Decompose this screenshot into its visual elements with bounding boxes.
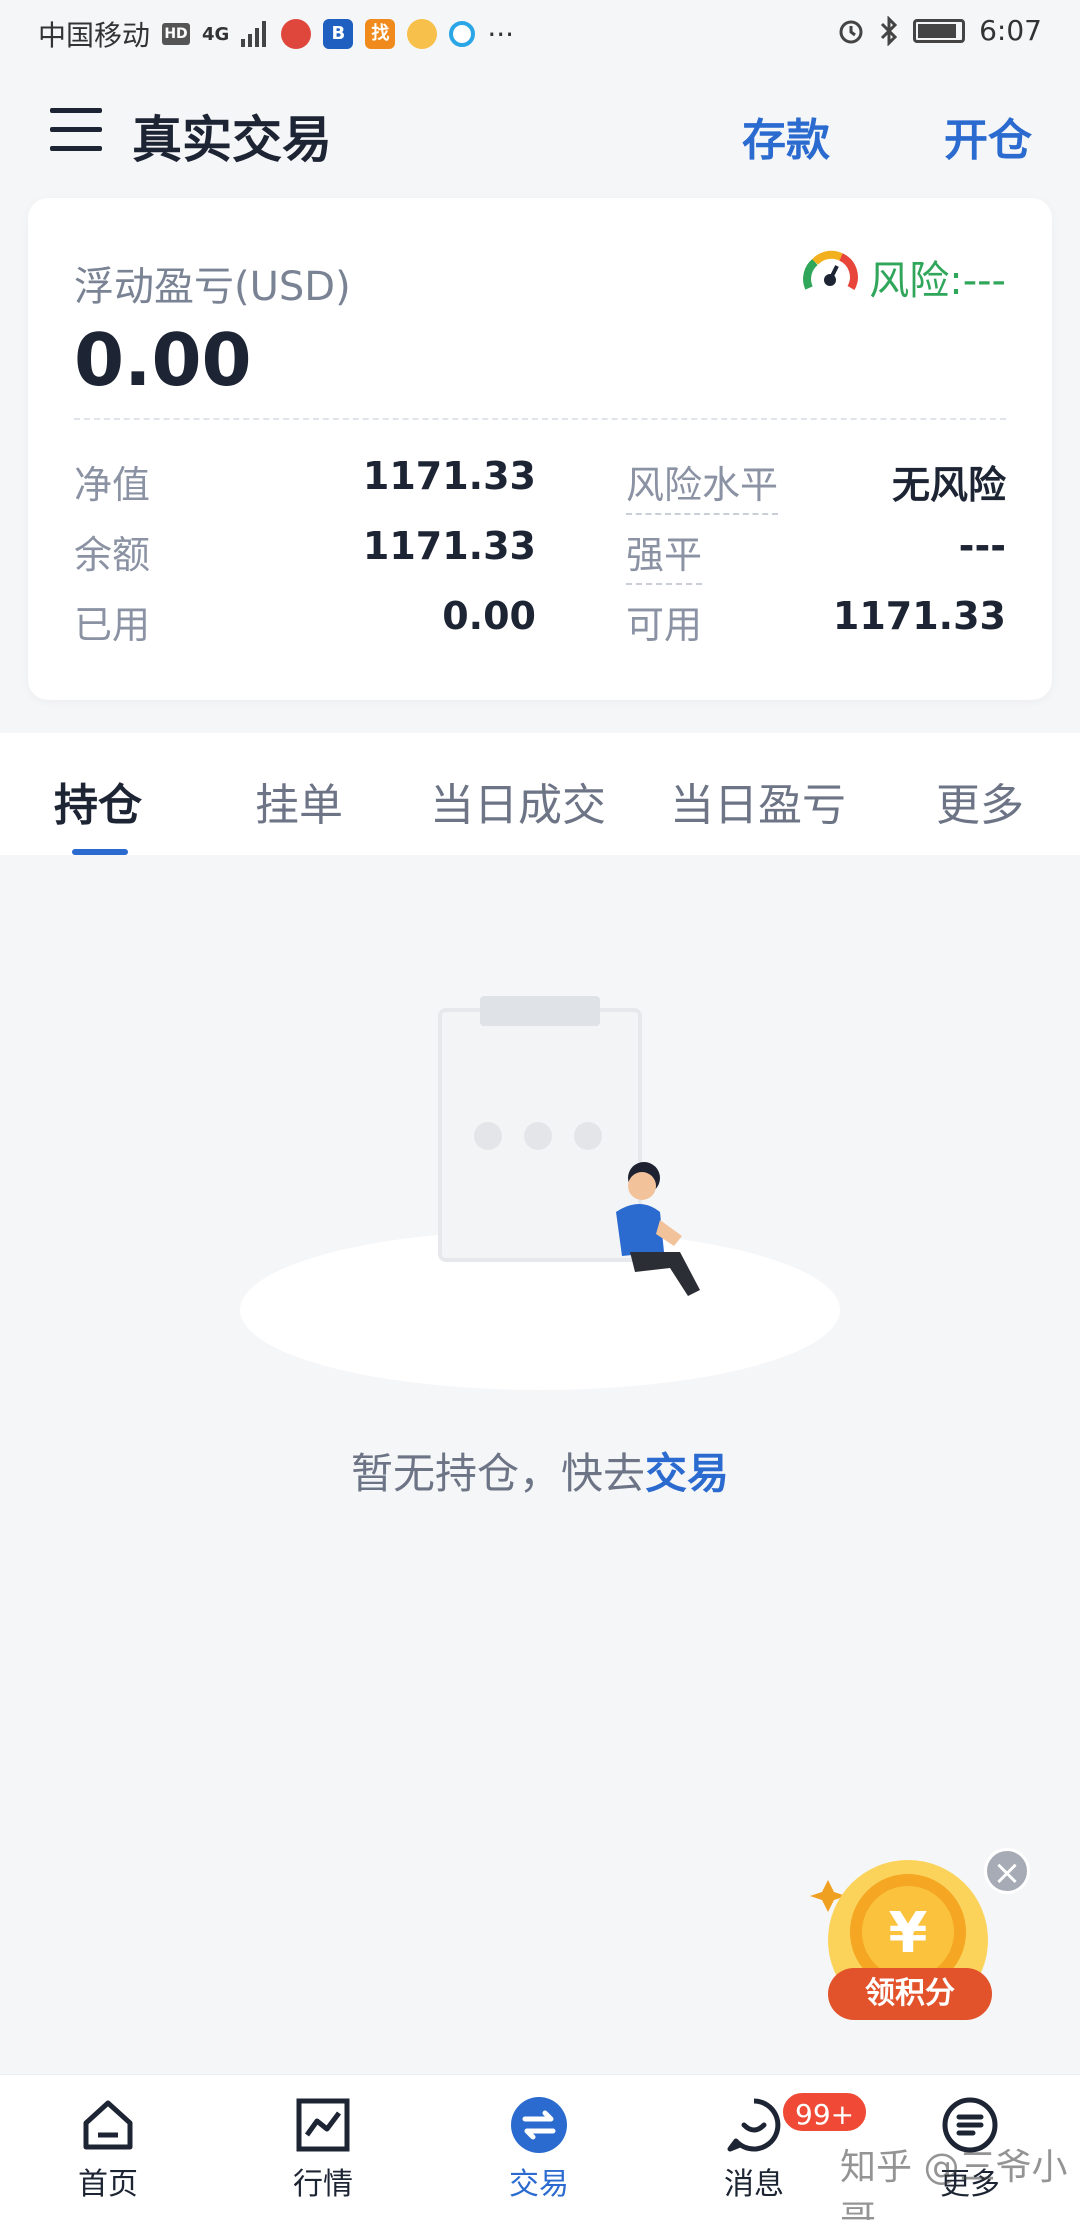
nav-item-home[interactable]: 首页	[38, 2095, 178, 2203]
home-icon	[83, 2100, 133, 2150]
tab-pending-orders[interactable]: 挂单	[255, 769, 343, 833]
app-icon-blue-b: B	[323, 19, 354, 49]
balance-label: 余额	[74, 533, 151, 577]
app-icon-cyan	[449, 21, 476, 47]
carrier-label: 中国移动	[38, 19, 151, 52]
summary-row: 余额 1171.33 强平 ---	[74, 524, 1006, 585]
risk-indicator[interactable]: 风险:---	[801, 248, 1006, 306]
hd-icon: HD	[162, 23, 191, 45]
app-header: 真实交易 存款 开仓	[0, 62, 1080, 198]
more-notifications: ···	[487, 17, 515, 51]
network-label: 4G	[202, 23, 230, 45]
menu-icon[interactable]	[50, 108, 102, 152]
risk-gauge-icon	[803, 250, 859, 290]
nav-label-market: 行情	[293, 2167, 353, 2202]
alarm-icon	[839, 20, 863, 43]
liquidation-value: ---	[958, 524, 1006, 568]
claim-points-button[interactable]: 领积分	[828, 1968, 992, 2020]
tab-today-deals[interactable]: 当日成交	[430, 769, 606, 833]
tab-more[interactable]: 更多	[936, 769, 1024, 833]
available-label: 可用	[626, 603, 703, 647]
go-trade-link[interactable]: 交易	[645, 1449, 729, 1498]
floating-pl-label: 浮动盈亏(USD)	[74, 264, 351, 310]
tab-today-pl[interactable]: 当日盈亏	[670, 769, 846, 833]
open-position-button[interactable]: 开仓	[944, 104, 1032, 168]
chart-icon	[296, 2098, 350, 2152]
weibo-icon	[407, 19, 438, 49]
clock-time: 6:07	[979, 14, 1042, 47]
bluetooth-icon	[881, 15, 898, 46]
liquidation-label[interactable]: 强平	[626, 524, 703, 585]
balance-value: 1171.33	[362, 524, 536, 568]
close-icon[interactable]: ×	[984, 1848, 1030, 1894]
active-tab-indicator	[72, 849, 128, 855]
status-bar: 中国移动 HD 4G B 找 ··· 6:07	[0, 0, 1080, 62]
page-title: 真实交易	[132, 111, 332, 169]
deposit-button[interactable]: 存款	[742, 104, 830, 168]
nav-item-market[interactable]: 行情	[253, 2095, 393, 2203]
risk-level-value: 无风险	[891, 463, 1006, 507]
watermark: 知乎 @三爷小哥	[840, 2147, 1068, 2220]
tab-positions[interactable]: 持仓	[54, 769, 142, 833]
app-icon-orange: 找	[365, 19, 396, 49]
nav-item-trade[interactable]: 交易	[469, 2095, 609, 2203]
used-margin-label: 已用	[74, 603, 151, 647]
signal-icon	[241, 21, 267, 47]
risk-level-label[interactable]: 风险水平	[626, 454, 779, 515]
exchange-icon	[511, 2097, 567, 2153]
summary-row: 已用 0.00 可用 1171.33	[74, 594, 1006, 650]
app-icon-red	[281, 19, 312, 49]
equity-label: 净值	[74, 463, 151, 507]
used-margin-value: 0.00	[442, 594, 536, 638]
card-divider	[74, 418, 1006, 420]
account-summary-card: 浮动盈亏(USD) 0.00 风险:--- 净值 1171.33 风险水平 无风…	[28, 198, 1052, 700]
empty-positions-illustration	[240, 996, 840, 1390]
nav-label-messages: 消息	[724, 2167, 784, 2202]
position-tabs: 持仓 挂单 当日成交 当日盈亏 更多	[0, 733, 1080, 855]
nav-label-trade: 交易	[509, 2167, 569, 2202]
available-value: 1171.33	[832, 594, 1006, 638]
coin-symbol: ¥	[889, 1901, 928, 1966]
message-count-badge: 99+	[780, 2090, 870, 2134]
risk-label: 风险:---	[869, 258, 1006, 304]
equity-value: 1171.33	[362, 454, 536, 498]
nav-label-home: 首页	[78, 2167, 138, 2202]
empty-positions-text: 暂无持仓，快去	[350, 1449, 645, 1498]
battery-icon	[913, 18, 966, 43]
empty-positions-message: 暂无持仓，快去交易	[0, 1440, 1080, 1501]
floating-pl-value: 0.00	[74, 318, 252, 402]
message-icon	[727, 2098, 781, 2152]
summary-row: 净值 1171.33 风险水平 无风险	[74, 454, 1006, 515]
